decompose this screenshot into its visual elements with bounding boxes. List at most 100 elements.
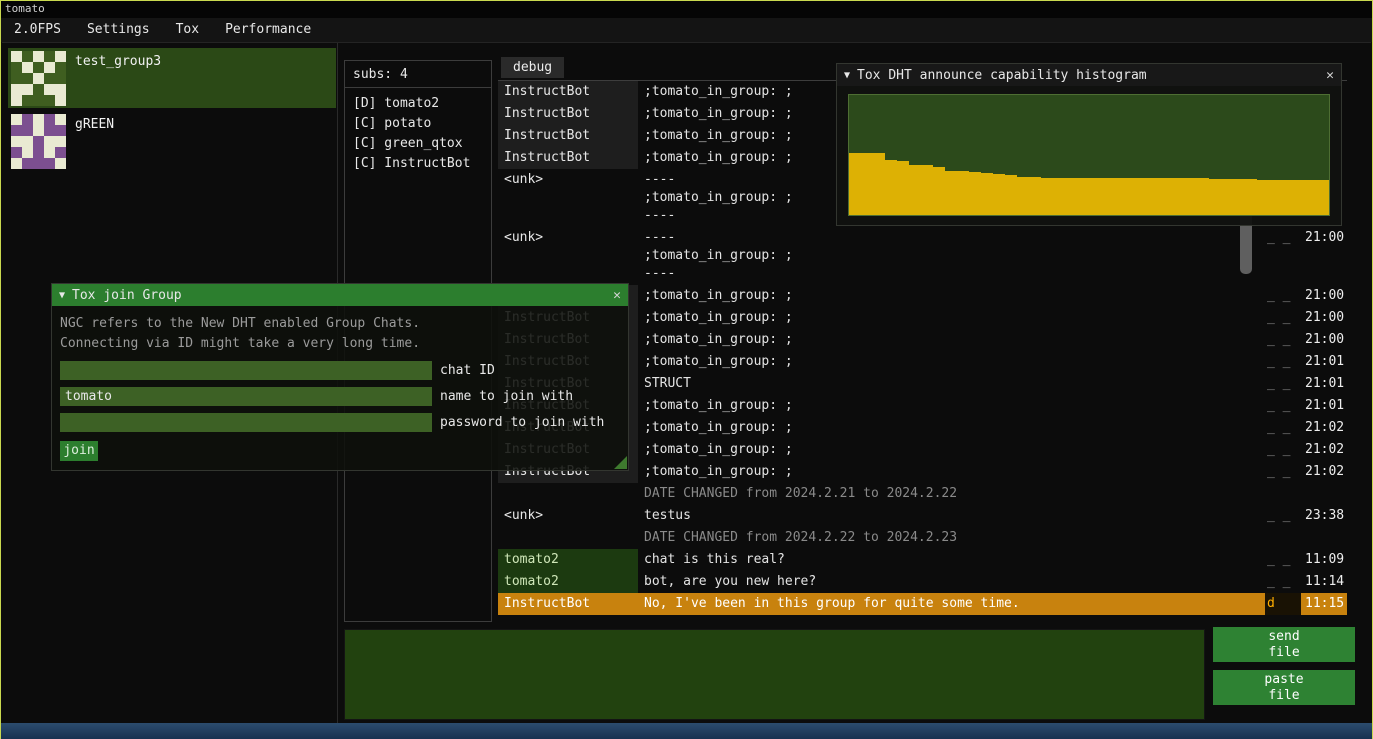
menu-item-performance[interactable]: Performance <box>212 18 324 42</box>
paste-file-button[interactable]: paste file <box>1213 670 1355 705</box>
histogram-window-titlebar[interactable]: ▼ Tox DHT announce capability histogram … <box>837 64 1341 86</box>
message-time: 21:00 <box>1301 329 1347 351</box>
message-flags: _ _ <box>1265 285 1301 307</box>
message-flags: _ _ <box>1265 571 1301 593</box>
sender-name: InstructBot <box>498 81 638 103</box>
join-info-line-2: Connecting via ID might take a very long… <box>60 334 620 354</box>
message-time: 11:14 <box>1301 571 1347 593</box>
message-text: ;tomato_in_group: ; <box>638 395 1265 417</box>
window-bottom-edge <box>1 723 1372 739</box>
tab-debug[interactable]: debug <box>501 57 564 78</box>
send-file-button[interactable]: send file <box>1213 627 1355 662</box>
histogram-bar <box>909 165 921 215</box>
sender-name: <unk> <box>498 227 638 285</box>
histogram-window-title: Tox DHT announce capability histogram <box>857 68 1319 83</box>
join-field-row: password to join with <box>60 413 620 432</box>
histogram-bar <box>1197 178 1209 215</box>
sender-name: tomato2 <box>498 549 638 571</box>
join-field-row: chat ID <box>60 361 620 380</box>
window-title: tomato <box>5 2 45 15</box>
message-time: 11:15 <box>1301 593 1347 615</box>
menu-bar: 2.0FPSSettingsToxPerformance <box>1 18 1372 42</box>
subs-member[interactable]: [D] tomato2 <box>353 94 483 114</box>
histogram-bar <box>885 160 897 215</box>
message-text: ;tomato_in_group: ; <box>638 439 1265 461</box>
histogram-bar <box>1233 179 1245 215</box>
menu-item-settings[interactable]: Settings <box>74 18 163 42</box>
message-flags: _ _ <box>1265 373 1301 395</box>
join-field-label: chat ID <box>440 363 495 378</box>
message-flags: _ _ <box>1265 417 1301 439</box>
join-input-chat-ID[interactable] <box>60 361 432 380</box>
resize-grip[interactable] <box>614 456 627 469</box>
message-flags: _ _ <box>1265 329 1301 351</box>
chat-message-row[interactable]: <unk>---- ;tomato_in_group: ; ----_ _21:… <box>498 227 1347 285</box>
collapse-arrow-icon[interactable]: ▼ <box>844 70 850 81</box>
histogram-bar <box>981 173 993 215</box>
sidebar-item-green[interactable]: gREEN <box>8 111 336 171</box>
message-flags: _ _ <box>1265 505 1301 527</box>
subs-member[interactable]: [C] potato <box>353 114 483 134</box>
sidebar-item-test_group3[interactable]: test_group3 <box>8 48 336 108</box>
chat-message-row[interactable]: tomato2bot, are you new here?_ _11:14 <box>498 571 1347 593</box>
histogram-bar <box>1029 177 1041 215</box>
close-icon[interactable]: ✕ <box>1326 68 1334 83</box>
sender-name <box>498 483 638 505</box>
message-time: 21:00 <box>1301 285 1347 307</box>
histogram-bar <box>1161 178 1173 215</box>
histogram-bar <box>1041 178 1053 215</box>
histogram-bar <box>1101 178 1113 215</box>
histogram-bar <box>1137 178 1149 215</box>
message-flags: _ _ <box>1265 227 1301 285</box>
message-time: 21:01 <box>1301 351 1347 373</box>
sender-name: InstructBot <box>498 593 638 615</box>
histogram-bar <box>1065 178 1077 215</box>
histogram-bar <box>1317 180 1329 215</box>
group-avatar-icon <box>11 114 66 169</box>
menu-item-2.0fps[interactable]: 2.0FPS <box>1 18 74 42</box>
message-text: chat is this real? <box>638 549 1265 571</box>
message-time: 21:00 <box>1301 227 1347 285</box>
histogram-plot <box>848 94 1330 216</box>
join-input-name-to-join-with[interactable] <box>60 387 432 406</box>
histogram-bar <box>1269 180 1281 215</box>
app-window: tomato 2.0FPSSettingsToxPerformance test… <box>0 0 1373 739</box>
histogram-bar <box>993 174 1005 215</box>
message-text: ;tomato_in_group: ; <box>638 417 1265 439</box>
message-text: No, I've been in this group for quite so… <box>638 593 1265 615</box>
close-icon[interactable]: ✕ <box>613 288 621 303</box>
sender-name: <unk> <box>498 169 638 227</box>
join-window-titlebar[interactable]: ▼ Tox join Group ✕ <box>52 284 628 306</box>
collapse-arrow-icon[interactable]: ▼ <box>59 290 65 301</box>
message-time: 21:02 <box>1301 439 1347 461</box>
histogram-bar <box>1293 180 1305 215</box>
message-time: 23:38 <box>1301 505 1347 527</box>
join-button[interactable]: join <box>60 441 98 461</box>
message-flags: _ _ <box>1265 549 1301 571</box>
subs-member[interactable]: [C] green_qtox <box>353 134 483 154</box>
message-input[interactable] <box>344 629 1205 720</box>
sender-name: InstructBot <box>498 147 638 169</box>
histogram-bar <box>1257 180 1269 215</box>
message-flags: _ _ <box>1265 395 1301 417</box>
message-time: 21:01 <box>1301 373 1347 395</box>
group-name-label: test_group3 <box>75 51 161 69</box>
chat-message-row[interactable]: tomato2chat is this real?_ _11:09 <box>498 549 1347 571</box>
join-input-password-to-join-with[interactable] <box>60 413 432 432</box>
message-flags: d <box>1265 593 1301 615</box>
message-text: ;tomato_in_group: ; <box>638 285 1265 307</box>
histogram-bar <box>1173 178 1185 215</box>
sender-name: tomato2 <box>498 571 638 593</box>
subs-list: [D] tomato2[C] potato[C] green_qtox[C] I… <box>353 94 483 174</box>
menu-item-tox[interactable]: Tox <box>163 18 212 42</box>
chat-message-row[interactable]: InstructBotNo, I've been in this group f… <box>498 593 1347 615</box>
message-text: testus <box>638 505 1265 527</box>
join-window-body: NGC refers to the New DHT enabled Group … <box>52 306 628 470</box>
subs-member[interactable]: [C] InstructBot <box>353 154 483 174</box>
chat-message-row[interactable]: <unk>testus_ _23:38 <box>498 505 1347 527</box>
date-changed-text: DATE CHANGED from 2024.2.21 to 2024.2.22 <box>638 483 1347 505</box>
sender-name: <unk> <box>498 505 638 527</box>
message-time: 21:01 <box>1301 395 1347 417</box>
histogram-bar <box>1149 178 1161 215</box>
histogram-bar <box>1017 177 1029 215</box>
